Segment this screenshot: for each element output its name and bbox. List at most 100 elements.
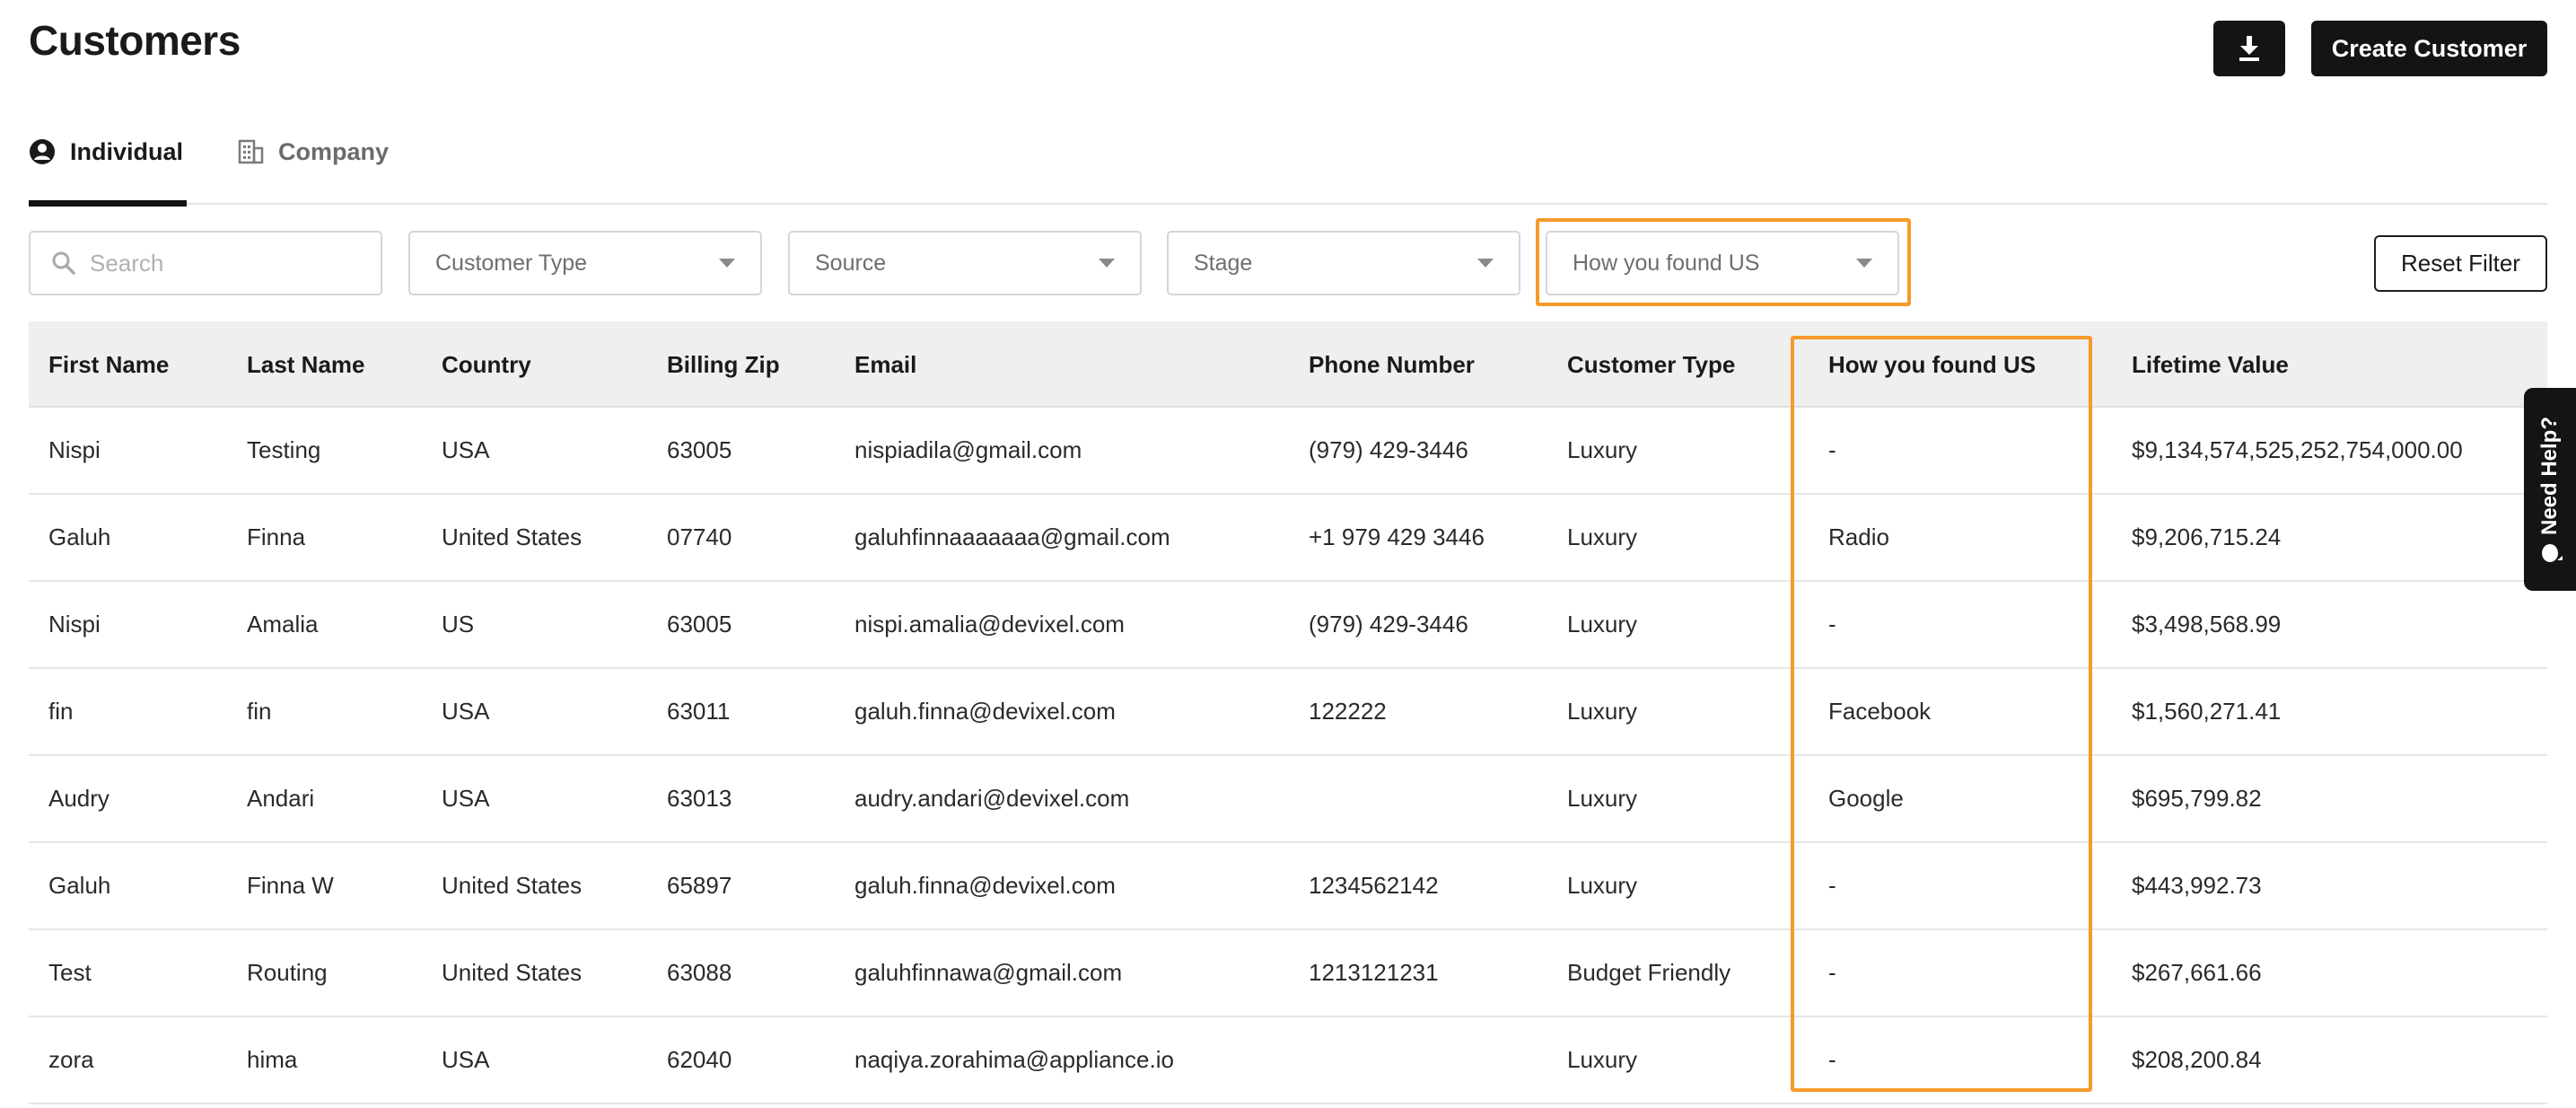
customer-type-select-label: Customer Type [435,250,588,276]
cell-country: United States [442,959,583,986]
table-row[interactable]: Nispi Testing USA 63005 nispiadila@gmail.com… [29,408,2547,495]
cell-how-found: - [1828,611,1836,638]
cell-phone: (979) 429-3446 [1309,436,1468,463]
chat-bubble-icon [2542,544,2558,563]
cell-lifetime-value: $9,134,574,525,252,754,000.00 [2132,436,2463,463]
tab-company[interactable]: Company [237,126,416,205]
how-found-select-label: How you found US [1573,250,1760,276]
stage-select[interactable]: Stage [1167,231,1520,295]
cell-how-found: Facebook [1828,698,1932,725]
cell-how-found: - [1828,1046,1836,1073]
cell-phone: +1 979 429 3446 [1309,523,1485,550]
table-row[interactable]: fin fin USA 63011 galuh.finna@devixel.com 122… [29,669,2547,756]
column-header-first-name[interactable]: First Name [48,321,169,408]
cell-last-name: Testing [247,436,321,463]
cell-email: galuhfinnawa@gmail.com [854,959,1123,986]
chevron-down-icon [1856,259,1872,268]
building-icon [237,138,266,167]
table-row[interactable]: Galuh Finna W United States 65897 galuh.finn… [29,843,2547,930]
cell-first-name: Audry [48,785,110,812]
need-help-button[interactable]: Need Help? [2524,388,2576,591]
page-title: Customers [29,17,241,64]
cell-email: galuh.finna@devixel.com [854,698,1116,725]
column-header-country[interactable]: Country [442,321,531,408]
how-found-select[interactable]: How you found US [1546,231,1899,295]
cell-how-found: Radio [1828,523,1889,550]
cell-first-name: Test [48,959,92,986]
cell-billing-zip: 63011 [667,698,731,725]
cell-first-name: Galuh [48,523,111,550]
source-select[interactable]: Source [788,231,1142,295]
column-header-last-name[interactable]: Last Name [247,321,365,408]
cell-billing-zip: 65897 [667,872,732,899]
cell-phone: (979) 429-3446 [1309,611,1468,638]
chevron-down-icon [1099,259,1115,268]
customer-tabs: Individual Company [29,126,2547,207]
cell-customer-type: Luxury [1567,698,1638,725]
cell-last-name: Finna W [247,872,334,899]
create-customer-button[interactable]: Create Customer [2311,21,2547,76]
download-icon [2239,36,2259,61]
cell-phone: 1234562142 [1309,872,1439,899]
column-header-email[interactable]: Email [854,321,916,408]
cell-email: galuh.finna@devixel.com [854,872,1116,899]
cell-country: United States [442,523,583,550]
search-icon [52,251,75,275]
cell-customer-type: Luxury [1567,1046,1638,1073]
cell-billing-zip: 63088 [667,959,732,986]
column-header-lifetime-value[interactable]: Lifetime Value [2132,321,2289,408]
search-input[interactable] [90,249,359,277]
cell-how-found: - [1828,436,1836,463]
cell-lifetime-value: $1,560,271.41 [2132,698,2282,725]
column-header-phone[interactable]: Phone Number [1309,321,1475,408]
cell-customer-type: Luxury [1567,436,1638,463]
cell-customer-type: Luxury [1567,611,1638,638]
cell-country: United States [442,872,583,899]
table-row[interactable]: Galuh Finna United States 07740 galuhfinnaaa… [29,495,2547,582]
column-header-customer-type[interactable]: Customer Type [1567,321,1735,408]
table-row[interactable]: Audry Andari USA 63013 audry.andari@devixel.… [29,756,2547,843]
cell-country: USA [442,436,490,463]
cell-last-name: Finna [247,523,306,550]
cell-last-name: fin [247,698,272,725]
cell-first-name: fin [48,698,74,725]
cell-first-name: Nispi [48,611,101,638]
cell-customer-type: Budget Friendly [1567,959,1731,986]
cell-email: nispi.amalia@devixel.com [854,611,1125,638]
customer-type-select[interactable]: Customer Type [408,231,762,295]
chevron-down-icon [1477,259,1494,268]
cell-first-name: zora [48,1046,94,1073]
cell-email: galuhfinnaaaaaaa@gmail.com [854,523,1170,550]
column-header-how-found[interactable]: How you found US [1828,321,2036,408]
cell-lifetime-value: $9,206,715.24 [2132,523,2282,550]
tab-individual-label: Individual [70,138,184,165]
cell-how-found: Google [1828,785,1904,812]
cell-country: USA [442,698,490,725]
cell-first-name: Nispi [48,436,101,463]
download-button[interactable] [2213,21,2285,76]
search-field[interactable] [29,231,382,295]
table-row[interactable]: Test Routing United States 63088 galuhfinnaw… [29,930,2547,1017]
cell-billing-zip: 63005 [667,611,732,638]
cell-lifetime-value: $208,200.84 [2132,1046,2262,1073]
cell-lifetime-value: $3,498,568.99 [2132,611,2282,638]
cell-how-found: - [1828,959,1836,986]
stage-select-label: Stage [1194,250,1253,276]
cell-customer-type: Luxury [1567,872,1638,899]
tab-individual[interactable]: Individual [29,126,187,207]
table-row[interactable]: zora hima USA 62040 naqiya.zorahima@applianc… [29,1017,2547,1104]
cell-customer-type: Luxury [1567,523,1638,550]
cell-email: audry.andari@devixel.com [854,785,1130,812]
table-row[interactable]: Nispi Amalia US 63005 nispi.amalia@devixel.c… [29,582,2547,669]
cell-billing-zip: 63005 [667,436,732,463]
tab-company-label: Company [278,138,390,165]
cell-country: USA [442,785,490,812]
column-header-billing-zip[interactable]: Billing Zip [667,321,780,408]
cell-lifetime-value: $267,661.66 [2132,959,2262,986]
cell-lifetime-value: $443,992.73 [2132,872,2262,899]
cell-phone: 122222 [1309,698,1387,725]
table-header: First Name Last Name Country Billing Zip… [29,321,2547,408]
cell-last-name: Amalia [247,611,319,638]
reset-filter-button[interactable]: Reset Filter [2374,235,2547,292]
cell-phone: 1213121231 [1309,959,1439,986]
